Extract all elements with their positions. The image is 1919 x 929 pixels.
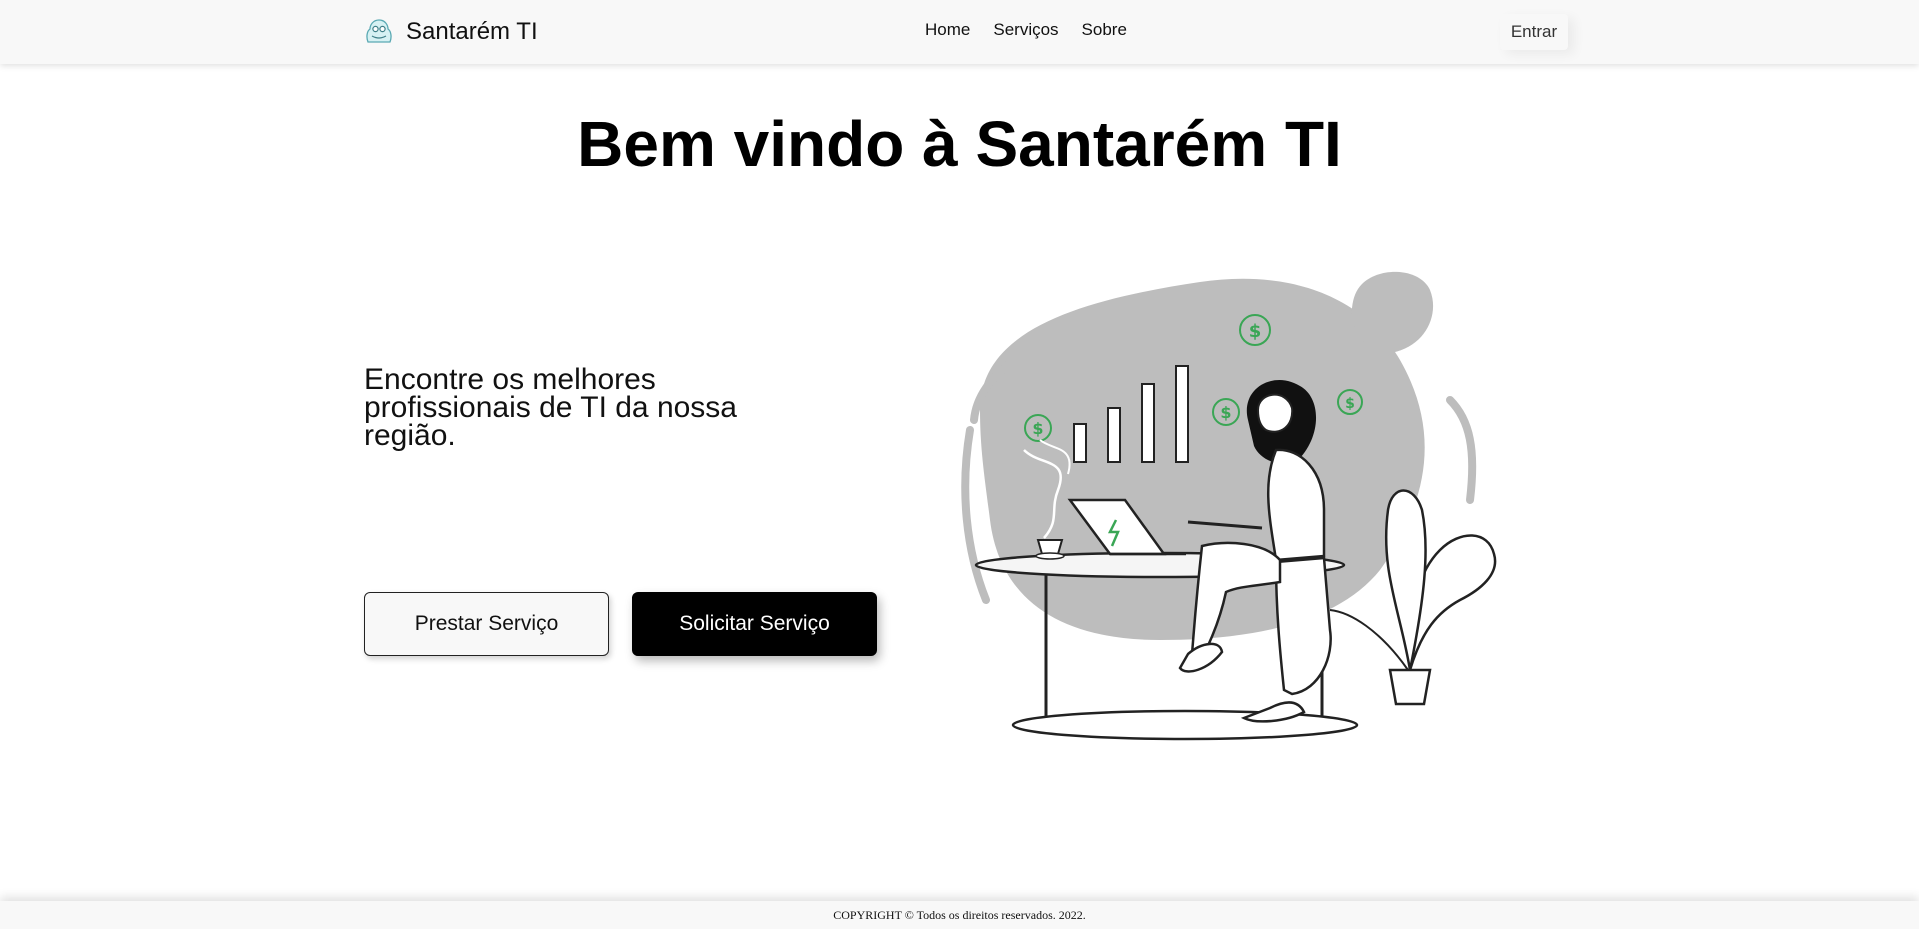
request-service-button[interactable]: Solicitar Serviço [632, 592, 877, 656]
copyright-text: COPYRIGHT © Todos os direitos reservados… [833, 907, 1086, 922]
svg-text:$: $ [1032, 419, 1043, 438]
nav-links: Home Serviços Sobre [925, 20, 1127, 40]
provide-service-button[interactable]: Prestar Serviço [364, 592, 609, 656]
svg-text:$: $ [1220, 403, 1231, 422]
brand-logo-icon [366, 19, 392, 43]
navbar: Santarém TI Home Serviços Sobre Entrar [0, 0, 1919, 64]
footer: COPYRIGHT © Todos os direitos reservados… [0, 901, 1919, 929]
page-title: Bem vindo à Santarém TI [577, 108, 1342, 180]
svg-text:$: $ [1249, 321, 1262, 342]
person-working-on-laptop-illustration: $ $ $ $ [961, 271, 1497, 741]
nav-link-sobre[interactable]: Sobre [1082, 20, 1127, 40]
nav-link-home[interactable]: Home [925, 20, 970, 40]
nav-link-servicos[interactable]: Serviços [993, 20, 1058, 40]
hero-tagline: Encontre os melhores profissionais de TI… [364, 363, 737, 452]
brand-name: Santarém TI [406, 18, 538, 45]
login-button[interactable]: Entrar [1500, 14, 1568, 50]
brand-link[interactable]: Santarém TI [364, 16, 538, 48]
svg-text:$: $ [1345, 396, 1355, 412]
